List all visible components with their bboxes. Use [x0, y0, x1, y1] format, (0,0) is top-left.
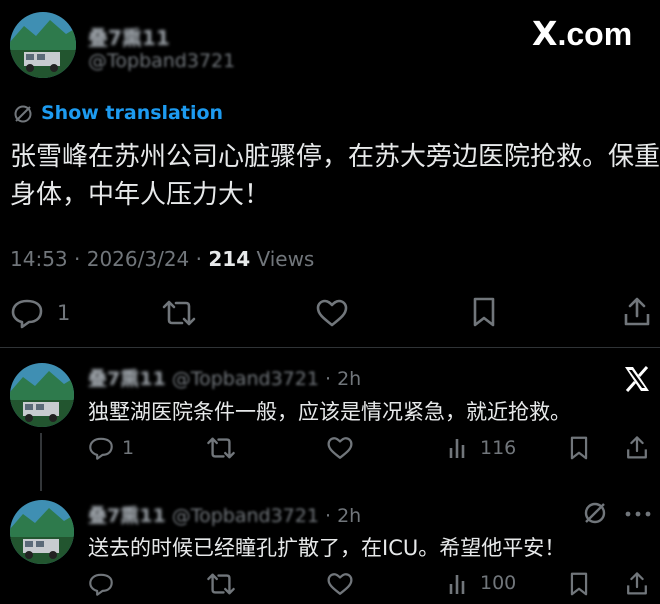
post-time[interactable]: 14:53 — [10, 247, 68, 271]
post-text-line-1: 张雪峰在苏州公司心脏骤停，在苏大旁边医院抢救。保重 — [10, 142, 660, 172]
repost-icon[interactable] — [205, 571, 237, 597]
reply-display-name[interactable]: 叠7熏11 — [88, 505, 166, 527]
repost-icon[interactable] — [160, 298, 198, 328]
like-icon[interactable] — [315, 297, 349, 329]
reply-handle[interactable]: @Topband3721 — [172, 368, 319, 390]
reply-avatar[interactable] — [10, 500, 74, 564]
bookmark-icon[interactable] — [470, 296, 498, 328]
show-translation-link[interactable]: Show translation — [41, 102, 223, 124]
post-date[interactable]: 2026/3/24 — [87, 247, 190, 271]
repost-icon[interactable] — [205, 435, 237, 461]
x-logo: X — [532, 14, 558, 53]
views-icon[interactable] — [448, 436, 470, 460]
like-icon[interactable] — [326, 435, 354, 461]
reply-text: 送去的时候已经瞳孔扩散了，在ICU。希望他平安！ — [88, 536, 566, 560]
reply-icon[interactable] — [88, 571, 114, 597]
post-text-line-2: 身体，中年人压力大！ — [10, 180, 271, 210]
avatar[interactable] — [10, 12, 76, 78]
share-icon[interactable] — [625, 433, 649, 461]
share-icon[interactable] — [625, 569, 649, 597]
user-handle[interactable]: @Topband3721 — [88, 50, 235, 72]
views-count: 100 — [480, 572, 517, 594]
reply-age[interactable]: 2h — [337, 368, 361, 390]
grok-icon[interactable] — [582, 500, 608, 526]
reply-age[interactable]: 2h — [337, 505, 361, 527]
views-label: Views — [256, 247, 315, 271]
reply-header: 叠7熏11 @Topband3721 · 2h — [88, 505, 362, 527]
views-count: 116 — [480, 437, 517, 459]
thread-line — [40, 433, 42, 491]
reply-icon[interactable] — [88, 435, 114, 461]
reply-count: 1 — [57, 301, 71, 325]
post-meta: 14:53 · 2026/3/24 · 214 Views — [10, 247, 315, 271]
display-name[interactable]: 叠7熏11 — [88, 22, 170, 51]
translate-icon — [13, 104, 33, 124]
reply-count: 1 — [122, 437, 135, 459]
like-icon[interactable] — [326, 571, 354, 597]
watermark-domain: .com — [557, 16, 633, 52]
reply-handle[interactable]: @Topband3721 — [172, 505, 319, 527]
share-icon[interactable] — [622, 295, 652, 327]
views-count: 214 — [208, 247, 251, 271]
views-icon[interactable] — [448, 572, 470, 596]
section-divider — [0, 347, 660, 348]
reply-icon[interactable] — [10, 297, 44, 329]
reply-text: 独墅湖医院条件一般，应该是情况紧急，就近抢救。 — [88, 400, 571, 424]
reply-display-name[interactable]: 叠7熏11 — [88, 368, 166, 390]
reply-avatar[interactable] — [10, 363, 74, 427]
more-options-icon[interactable] — [624, 510, 652, 518]
x-logo-icon[interactable] — [622, 364, 652, 394]
bookmark-icon[interactable] — [568, 434, 590, 462]
reply-header: 叠7熏11 @Topband3721 · 2h — [88, 368, 362, 390]
bookmark-icon[interactable] — [568, 570, 590, 598]
x-com-watermark: X .com — [532, 14, 633, 53]
